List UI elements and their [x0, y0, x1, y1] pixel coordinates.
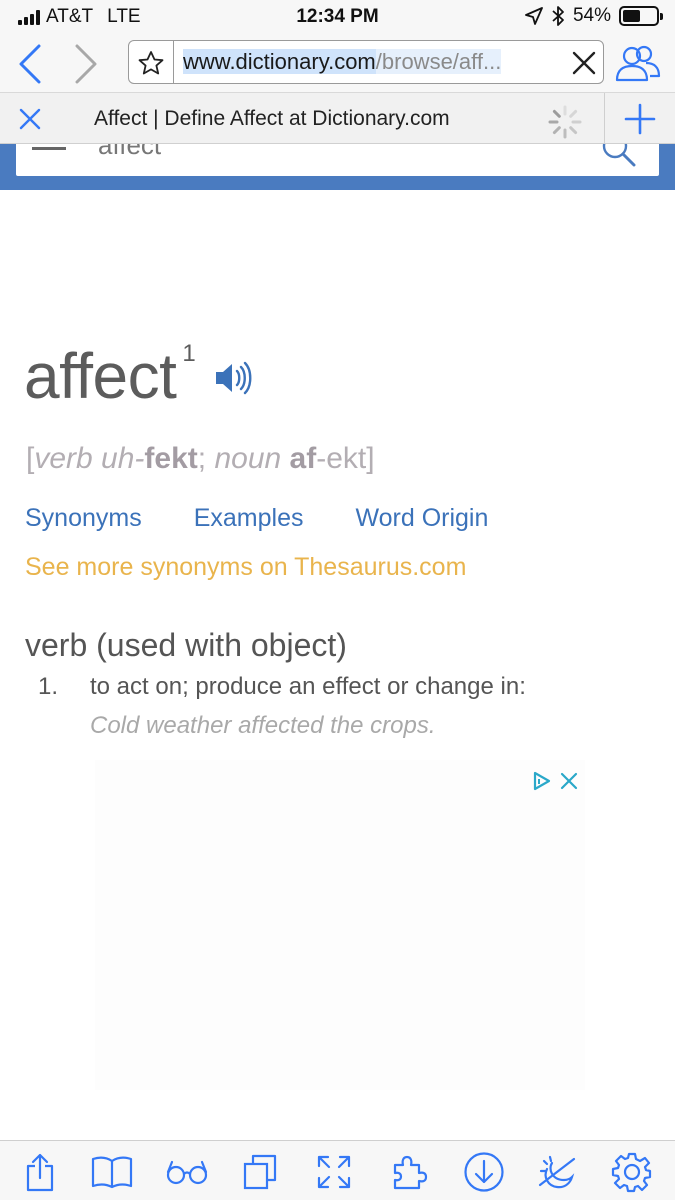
headword-row: affect 1: [24, 338, 254, 418]
synonyms-link[interactable]: Synonyms: [25, 504, 142, 533]
location-icon: [525, 7, 543, 25]
profile-icon[interactable]: [615, 42, 661, 84]
homograph-number: 1: [182, 340, 196, 367]
word-origin-link[interactable]: Word Origin: [355, 504, 488, 533]
tab-title[interactable]: Affect | Define Affect at Dictionary.com: [94, 107, 450, 131]
fullscreen-button[interactable]: [312, 1151, 356, 1193]
bluetooth-icon: [552, 6, 564, 26]
share-icon: [26, 1153, 54, 1192]
status-right: 54%: [525, 5, 663, 27]
extensions-button[interactable]: [388, 1151, 432, 1193]
battery-fill: [623, 10, 641, 22]
entry-links: Synonyms Examples Word Origin: [25, 504, 540, 533]
speaker-icon[interactable]: [214, 358, 254, 398]
ad-choices-icon[interactable]: [530, 770, 552, 792]
chevron-right-icon: [75, 44, 97, 84]
definition-number: 1.: [38, 673, 59, 700]
glasses-button[interactable]: [165, 1151, 209, 1193]
download-icon: [464, 1152, 504, 1192]
battery-percent: 54%: [572, 5, 611, 26]
night-mode-icon: [538, 1155, 576, 1189]
reader-button[interactable]: [90, 1151, 134, 1193]
url-path: /browse/aff...: [375, 49, 502, 74]
part-of-speech: verb (used with object): [25, 627, 347, 663]
tab-bar: Affect | Define Affect at Dictionary.com: [0, 92, 675, 145]
ad-close-icon[interactable]: [560, 772, 578, 790]
site-header: affect: [0, 144, 675, 190]
tabs-button[interactable]: [238, 1151, 282, 1193]
site-search-bar[interactable]: affect: [16, 144, 659, 176]
close-icon[interactable]: [571, 50, 597, 76]
extensions-icon: [393, 1155, 428, 1190]
status-bar: AT&T LTE 12:34 PM 54%: [0, 0, 675, 36]
loading-spinner-icon: [548, 105, 582, 139]
ad-placeholder: [95, 760, 585, 1090]
menu-icon[interactable]: [32, 144, 66, 152]
download-button[interactable]: [462, 1151, 506, 1193]
thesaurus-link[interactable]: See more synonyms on Thesaurus.com: [25, 553, 466, 582]
night-mode-button[interactable]: [536, 1151, 580, 1193]
examples-link[interactable]: Examples: [194, 504, 304, 533]
address-bar[interactable]: www.dictionary.com/browse/aff...: [128, 40, 604, 84]
settings-icon: [611, 1152, 652, 1193]
share-button[interactable]: [18, 1151, 62, 1193]
url-text[interactable]: www.dictionary.com/browse/aff...: [183, 49, 553, 75]
forward-button[interactable]: [66, 42, 106, 86]
browser-toolbar: www.dictionary.com/browse/aff...: [0, 36, 675, 92]
search-icon[interactable]: [601, 144, 637, 168]
new-tab-plus-icon[interactable]: [624, 103, 656, 135]
tab-close-icon[interactable]: [18, 107, 42, 131]
definition-text: to act on; produce an effect or change i…: [90, 673, 526, 700]
definition-example: Cold weather affected the crops.: [90, 712, 436, 739]
battery-icon: [619, 6, 663, 26]
bookmark-star-icon[interactable]: [137, 50, 165, 76]
fullscreen-icon: [317, 1155, 351, 1189]
tabs-icon: [243, 1154, 277, 1190]
back-button[interactable]: [10, 42, 50, 86]
pronunciation: [verb uh-fekt; noun af-ekt]: [26, 442, 375, 475]
site-search-input[interactable]: affect: [98, 144, 161, 161]
reader-icon: [91, 1156, 133, 1189]
bottom-toolbar: [0, 1140, 675, 1200]
settings-button[interactable]: [610, 1151, 654, 1193]
chevron-left-icon: [19, 44, 41, 84]
glasses-icon: [166, 1160, 208, 1185]
url-domain: www.dictionary.com: [183, 49, 376, 74]
headword: affect: [24, 340, 177, 412]
